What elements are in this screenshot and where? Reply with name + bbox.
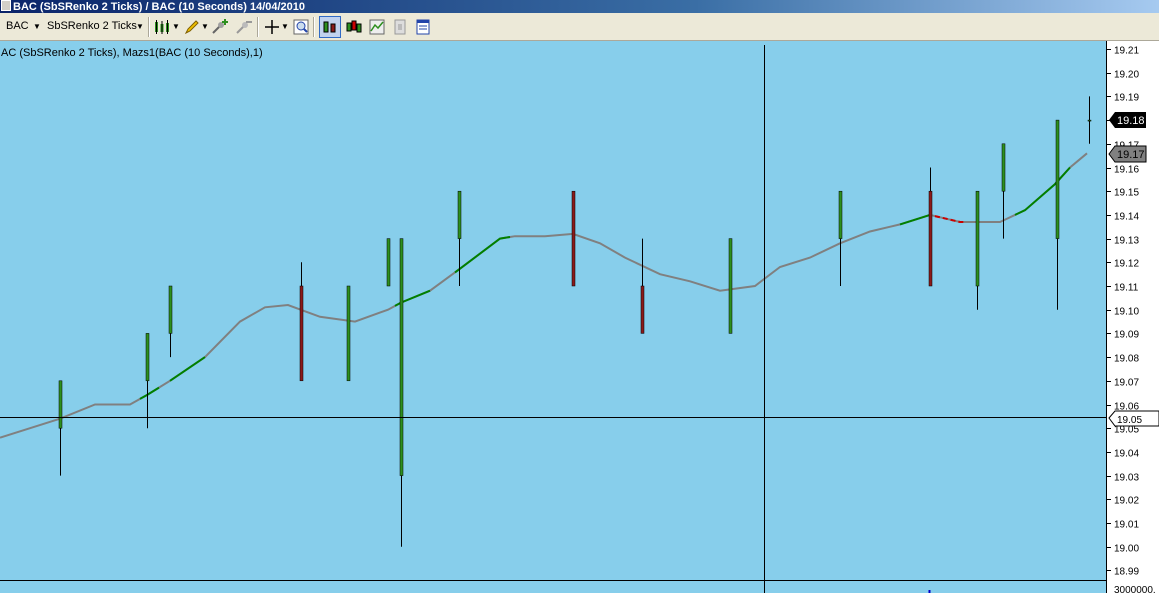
remove-indicator-icon[interactable]: [235, 18, 253, 36]
candle[interactable]: [346, 285, 351, 382]
symbol-selector[interactable]: BAC: [6, 17, 29, 36]
price-axis-label: 19.01: [1114, 520, 1139, 531]
window-title-bar: BAC (SbSRenko 2 Ticks) / BAC (10 Seconds…: [0, 0, 1159, 13]
properties-icon[interactable]: [414, 18, 432, 36]
candle-body: [457, 190, 462, 239]
toolbar-separator: [313, 17, 315, 37]
candle-body: [1055, 119, 1060, 239]
candle-body: [299, 285, 304, 382]
bar-chart-icon[interactable]: [319, 16, 341, 38]
toolbar-separator: [257, 17, 259, 37]
candle-chart-icon[interactable]: [345, 18, 363, 36]
price-axis-label: 19.04: [1114, 449, 1139, 460]
pencil-icon[interactable]: [183, 18, 201, 36]
app-icon: [1, 0, 11, 11]
price-axis-label: 19.12: [1114, 259, 1139, 270]
chart-toolbar: BAC ▼ SbSRenko 2 Ticks ▼ ▼ ▼ ▼: [0, 13, 1159, 41]
add-indicator-icon[interactable]: [211, 18, 229, 36]
price-axis-label: 19.03: [1114, 473, 1139, 484]
crosshair-dropdown-arrow-icon[interactable]: ▼: [281, 17, 289, 36]
candle-body: [728, 238, 733, 334]
candle-body: [58, 380, 63, 429]
price-axis-label: 19.08: [1114, 354, 1139, 365]
candle-body: [928, 190, 933, 287]
chart-style-dropdown-arrow-icon[interactable]: ▼: [172, 17, 180, 36]
chart-series-label: AC (SbSRenko 2 Ticks), Mazs1(BAC (10 Sec…: [1, 47, 263, 59]
candle[interactable]: [728, 238, 733, 334]
price-axis-label: 19.09: [1114, 330, 1139, 341]
zoom-icon[interactable]: [292, 18, 310, 36]
chart-plot-area[interactable]: [0, 41, 1106, 593]
bar-type-dropdown-arrow-icon[interactable]: ▼: [136, 17, 144, 36]
price-axis-label: 18.99: [1114, 567, 1139, 578]
price-axis-label: 19.14: [1114, 212, 1139, 223]
candle-body: [1087, 119, 1092, 122]
candle-body: [1001, 143, 1006, 192]
crosshair-price-marker: 19.05: [1108, 410, 1159, 427]
symbol-dropdown-arrow-icon[interactable]: ▼: [33, 17, 41, 36]
candle[interactable]: [386, 238, 391, 287]
price-axis-label: 19.20: [1114, 70, 1139, 81]
price-axis-label: 19.07: [1114, 378, 1139, 389]
candle-body: [838, 190, 843, 239]
svg-text:19.18: 19.18: [1117, 115, 1145, 127]
toolbar-separator: [148, 17, 150, 37]
candle-body: [386, 238, 391, 287]
price-axis-label: 19.00: [1114, 544, 1139, 555]
candlestick-chart-icon[interactable]: [153, 18, 171, 36]
price-axis-label: 19.10: [1114, 307, 1139, 318]
candle-body: [640, 285, 645, 334]
candle[interactable]: [571, 190, 576, 287]
line-chart-icon[interactable]: [368, 18, 386, 36]
price-axis-label: 19.11: [1114, 283, 1139, 294]
price-chart[interactable]: 19.21 19.20 19.19 19.18 19.17 19.16 19.15 19.14…: [0, 41, 1159, 593]
volume-axis-label: 3000000.: [1114, 585, 1156, 593]
price-axis-label: 19.16: [1114, 165, 1139, 176]
candle-body: [571, 190, 576, 287]
price-axis-label: 19.13: [1114, 236, 1139, 247]
candle-body: [145, 333, 150, 382]
price-axis-label: 19.15: [1114, 188, 1139, 199]
svg-text:19.17: 19.17: [1117, 149, 1145, 161]
draw-dropdown-arrow-icon[interactable]: ▼: [201, 17, 209, 36]
candle-body: [399, 238, 404, 476]
crosshair-icon[interactable]: [263, 18, 281, 36]
bar-type-selector[interactable]: SbSRenko 2 Ticks: [47, 17, 137, 36]
template-icon[interactable]: [391, 18, 409, 36]
current-price-marker: 19.18: [1109, 112, 1146, 128]
price-axis-label: 19.21: [1114, 46, 1139, 57]
candle-body: [346, 285, 351, 382]
price-axis-label: 19.19: [1114, 93, 1139, 104]
price-axis-label: 19.02: [1114, 496, 1139, 507]
svg-text:19.05: 19.05: [1117, 415, 1142, 426]
candle-body: [168, 285, 173, 334]
candle-body: [975, 190, 980, 287]
window-title: BAC (SbSRenko 2 Ticks) / BAC (10 Seconds…: [13, 1, 306, 13]
ma-price-marker: 19.17: [1108, 145, 1147, 163]
